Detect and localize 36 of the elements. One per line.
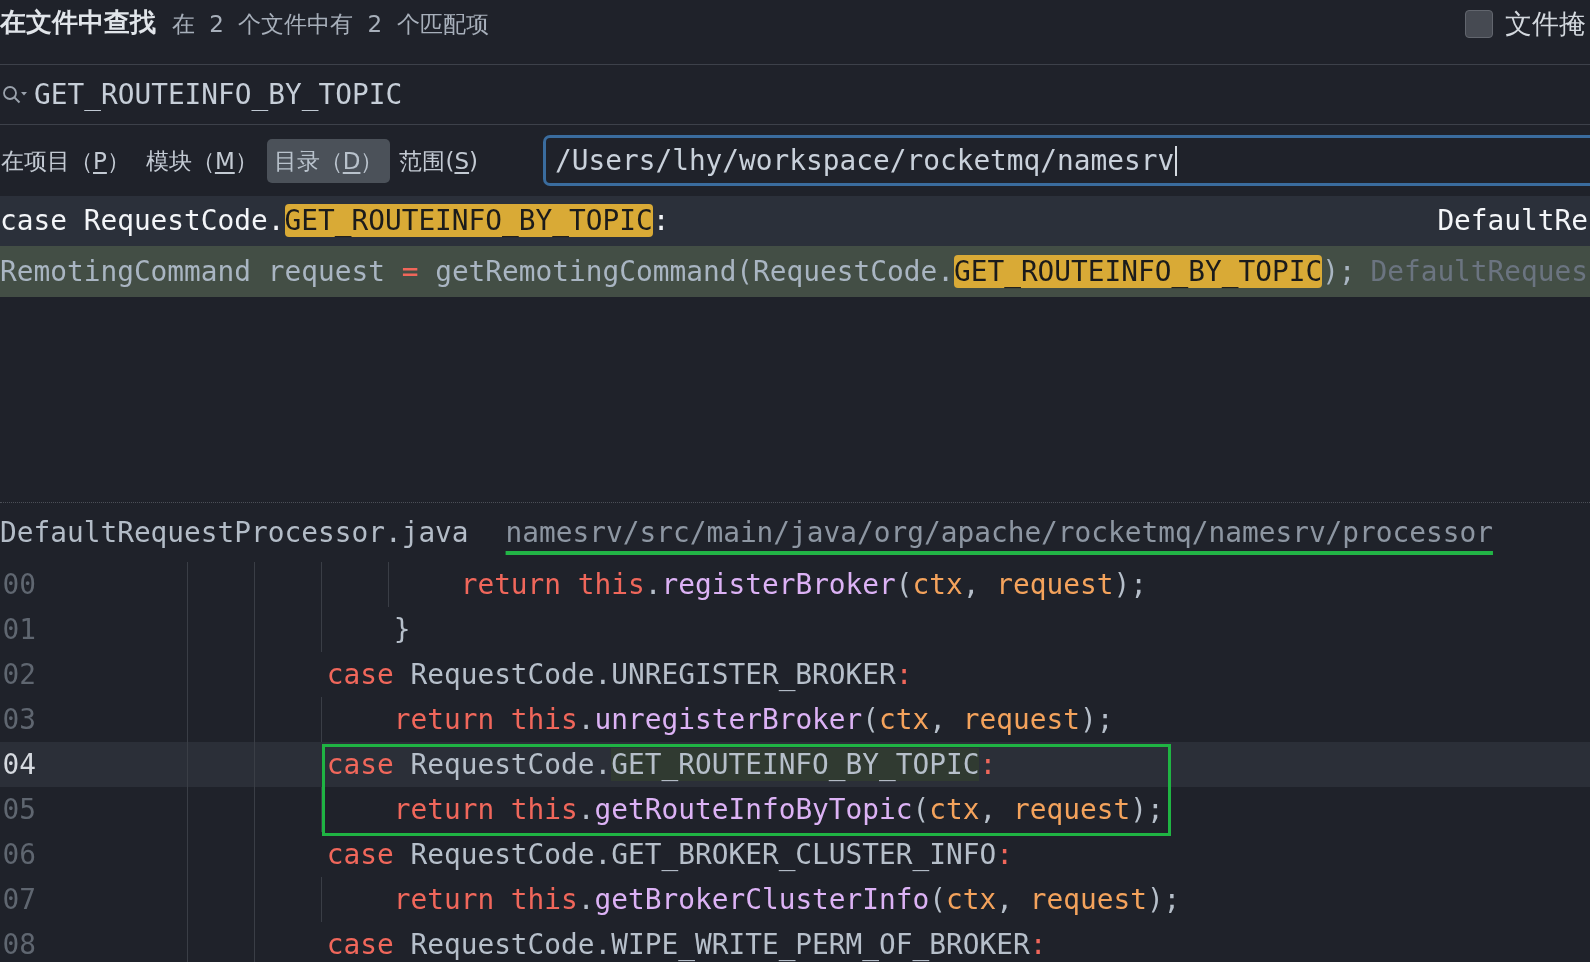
line-number: 05: [1, 793, 36, 826]
line-number: 03: [1, 703, 36, 736]
line-number: 07: [1, 883, 36, 916]
result-line: RemotingCommand request = getRemotingCommand(RequestCode.GET_ROUTEINFO_BY_TOPIC);: [0, 253, 1356, 290]
dialog-title: 在文件中查找: [0, 6, 156, 38]
code-line: return this.registerBroker(ctx, request);: [460, 568, 1147, 601]
line-number: 02: [1, 658, 36, 691]
code-line: return this.unregisterBroker(ctx, request);: [393, 703, 1114, 736]
code-line: return this.getRouteInfoByTopic(ctx, request);: [393, 793, 1164, 826]
code-line: }: [393, 613, 411, 646]
line-number: 00: [1, 568, 36, 601]
result-row[interactable]: case RequestCode.GET_ROUTEINFO_BY_TOPIC: DefaultRe: [0, 196, 1590, 246]
preview-file-name: DefaultRequestProcessor.java: [0, 516, 469, 549]
file-name: DefaultRe: [1437, 203, 1588, 239]
scope-tab[interactable]: 范围(S): [392, 138, 486, 183]
code-line: case RequestCode.WIPE_WRITE_PERM_OF_BROKER:: [326, 928, 1047, 961]
scope-tab[interactable]: 模块（M）: [138, 138, 265, 183]
scope-tab[interactable]: 目录（D）: [266, 138, 391, 183]
result-row[interactable]: RemotingCommand request = getRemotingCommand(RequestCode.GET_ROUTEINFO_BY_TOPIC); DefaultReques: [0, 246, 1590, 297]
code-line: case RequestCode.GET_BROKER_CLUSTER_INFO:: [326, 838, 1013, 871]
line-number: 08: [1, 928, 36, 961]
line-number: 01: [1, 613, 36, 646]
text-cursor-icon: [1175, 145, 1178, 176]
code-line: return this.getBrokerClusterInfo(ctx, request);: [393, 883, 1181, 916]
file-name: DefaultReques: [1370, 253, 1588, 290]
file-path: namesrv/src/main/java/org/apache/rocketmq/namesrv/processor: [505, 514, 1493, 551]
search-icon[interactable]: [2, 84, 28, 105]
directory-field[interactable]: /Users/lhy/workspace/rocketmq/namesrv: [543, 135, 1590, 186]
line-number: 06: [1, 838, 36, 871]
match-summary: 在 2 个文件中有 2 个匹配项: [172, 10, 489, 39]
search-field[interactable]: GET_ROUTEINFO_BY_TOPIC: [34, 76, 1590, 113]
scope-tab[interactable]: 在项目（P）: [0, 138, 137, 183]
code-line: case RequestCode.UNREGISTER_BROKER:: [326, 658, 913, 691]
checkbox[interactable]: [1465, 10, 1493, 38]
line-number: 04: [1, 748, 36, 781]
checkbox-label: 文件掩: [1505, 7, 1586, 41]
